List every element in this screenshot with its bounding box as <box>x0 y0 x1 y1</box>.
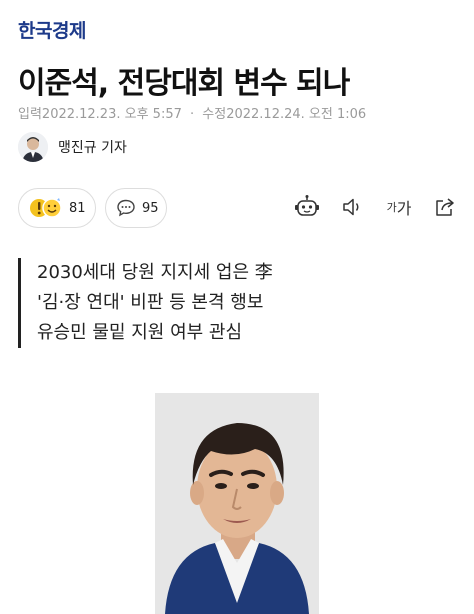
author-avatar <box>18 132 48 162</box>
summary-line: 2030세대 당원 지지세 업은 李 <box>37 262 273 283</box>
share-icon[interactable] <box>432 194 458 220</box>
article-tools: 가가 <box>294 194 458 220</box>
date-separator: · <box>190 107 195 122</box>
article-headline: 이준석, 전당대회 변수 되나 <box>18 66 350 101</box>
reaction-emoji-icon <box>29 197 63 219</box>
brand-logo[interactable]: 한국경제 <box>18 16 86 43</box>
article-dates: 입력2022.12.23. 오후 5:57 · 수정2022.12.24. 오전… <box>18 103 366 122</box>
input-date: 입력2022.12.23. 오후 5:57 <box>18 107 182 122</box>
reaction-count: 81 <box>69 200 86 216</box>
font-size-button[interactable]: 가가 <box>386 194 412 220</box>
summary-line: '김·장 연대' 비판 등 본격 행보 <box>37 292 264 313</box>
author-name: 맹진규 기자 <box>58 140 127 156</box>
font-size-large-label: 가 <box>396 199 412 218</box>
reaction-button[interactable]: 81 <box>18 188 96 228</box>
comment-button[interactable]: 95 <box>105 188 167 228</box>
article-photo <box>155 393 319 614</box>
speech-bubble-icon <box>116 198 136 218</box>
summary-line: 유승민 물밑 지원 여부 관심 <box>37 322 243 343</box>
author-info[interactable]: 맹진규 기자 <box>18 132 127 162</box>
modified-date: 수정2022.12.24. 오전 1:06 <box>202 107 367 122</box>
speaker-icon[interactable] <box>340 194 366 220</box>
comment-count: 95 <box>142 200 159 216</box>
robot-icon[interactable] <box>294 194 320 220</box>
font-size-small-label: 가 <box>386 201 397 214</box>
article-summary: 2030세대 당원 지지세 업은 李 '김·장 연대' 비판 등 본격 행보 유… <box>18 258 273 348</box>
